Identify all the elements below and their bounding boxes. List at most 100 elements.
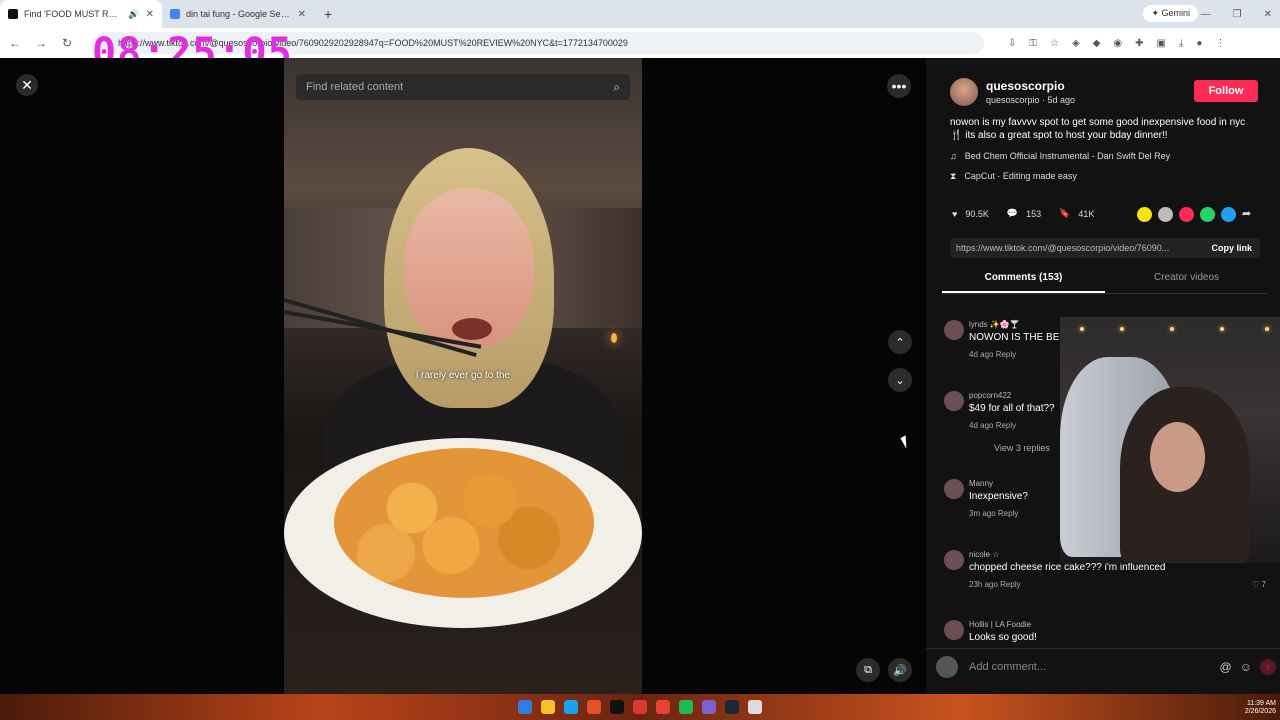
commenter-name[interactable]: Manny bbox=[969, 479, 993, 488]
likes-count: 90.5K bbox=[965, 208, 989, 219]
username[interactable]: quesoscorpio bbox=[986, 79, 1065, 93]
close-window-icon[interactable]: ✕ bbox=[1264, 9, 1272, 20]
menu-icon[interactable]: ⋮ bbox=[1215, 38, 1225, 49]
volume-icon[interactable]: 🔊 bbox=[888, 658, 912, 682]
chrome-icon[interactable] bbox=[656, 700, 670, 714]
extension-icon[interactable]: ◉ bbox=[1113, 38, 1122, 49]
share-buttons: ➦ bbox=[1137, 207, 1251, 222]
avatar[interactable] bbox=[950, 78, 978, 106]
video-link[interactable]: https://www.tiktok.com/@quesoscorpio/vid… bbox=[956, 243, 1203, 253]
puzzle-icon[interactable]: ✚ bbox=[1135, 38, 1143, 49]
sidepanel-icon[interactable]: ▣ bbox=[1157, 38, 1166, 49]
share-icon-send[interactable] bbox=[1179, 207, 1194, 222]
post-comment-icon[interactable]: ↑ bbox=[1260, 658, 1276, 675]
search-icon[interactable]: ⌕ bbox=[613, 80, 620, 95]
commenter-avatar[interactable] bbox=[944, 391, 964, 411]
commenter-name[interactable]: lynds ✨🌸🍸 bbox=[969, 320, 1020, 329]
sidebar-tabs: Comments (153) Creator videos bbox=[942, 272, 1268, 294]
comment-meta[interactable]: 4d ago Reply bbox=[969, 421, 1016, 430]
speaker-icon[interactable]: 🔊 bbox=[128, 9, 139, 20]
commenter-avatar[interactable] bbox=[944, 320, 964, 340]
streamer-face bbox=[1150, 422, 1205, 492]
file-explorer-icon[interactable] bbox=[541, 700, 555, 714]
spotify-icon[interactable] bbox=[679, 700, 693, 714]
commenter-name[interactable]: nicole ☆ bbox=[969, 550, 999, 559]
capcut-label: CapCut · Editing made easy bbox=[964, 171, 1077, 181]
tab-comments[interactable]: Comments (153) bbox=[942, 272, 1105, 293]
view-replies-link[interactable]: View 3 replies bbox=[994, 443, 1050, 453]
heart-icon[interactable]: ♥ bbox=[952, 209, 957, 219]
comment-meta[interactable]: 3m ago Reply bbox=[969, 509, 1018, 518]
comment-text: Inexpensive? bbox=[969, 491, 1028, 502]
edge-icon[interactable] bbox=[564, 700, 578, 714]
search-input[interactable]: Find related content ⌕ bbox=[296, 74, 630, 100]
key-icon[interactable]: ⚿ bbox=[1029, 38, 1037, 49]
star-icon[interactable]: ☆ bbox=[1050, 38, 1059, 49]
video-frame[interactable]: i rarely ever go to the bbox=[284, 58, 642, 694]
bookmark-icon[interactable]: 🔖 bbox=[1059, 208, 1070, 219]
maximize-icon[interactable]: ❐ bbox=[1233, 9, 1242, 20]
terminal-icon[interactable] bbox=[610, 700, 624, 714]
stats-row: ♥ 90.5K 💬 153 🔖 41K bbox=[952, 208, 1094, 219]
emoji-icon[interactable]: ☺ bbox=[1240, 660, 1252, 674]
commenter-avatar[interactable] bbox=[944, 479, 964, 499]
extension-icon[interactable]: ◆ bbox=[1093, 38, 1101, 49]
browser-tab-inactive[interactable]: din tai fung - Google Search ✕ bbox=[162, 0, 314, 28]
install-icon[interactable]: ⇩ bbox=[1008, 38, 1016, 49]
close-tab-icon[interactable]: ✕ bbox=[146, 9, 154, 20]
downloads-icon[interactable]: ⤓ bbox=[1179, 38, 1183, 49]
share-icon-embed[interactable] bbox=[1158, 207, 1173, 222]
calendar-icon[interactable] bbox=[748, 700, 762, 714]
music-note-icon: ♫ bbox=[950, 151, 957, 161]
music-title: Bed Chem Official Instrumental - Dan Swi… bbox=[964, 151, 1171, 161]
discord-icon[interactable] bbox=[702, 700, 716, 714]
comment-icon[interactable]: 💬 bbox=[1007, 208, 1018, 219]
gemini-button[interactable]: ✦ Gemini bbox=[1143, 5, 1198, 22]
follow-button[interactable]: Follow bbox=[1194, 80, 1258, 102]
comment-like-count[interactable]: ♡ 7 bbox=[1252, 580, 1266, 589]
music-line[interactable]: ♫ Bed Chem Official Instrumental - Dan S… bbox=[950, 151, 1170, 161]
tiktok-icon bbox=[8, 9, 18, 19]
reload-icon[interactable]: ↻ bbox=[56, 36, 78, 50]
chevron-down-icon[interactable]: ⌄ bbox=[888, 368, 912, 392]
fairy-light bbox=[1120, 327, 1124, 331]
taskbar: 11:39 AM 2/26/2026 bbox=[0, 694, 1280, 720]
brave-icon[interactable] bbox=[587, 700, 601, 714]
comment-text: Looks so good! bbox=[969, 632, 1037, 643]
close-icon[interactable]: ✕ bbox=[16, 74, 38, 96]
copy-link-button[interactable]: Copy link bbox=[1203, 243, 1260, 253]
share-icon-whatsapp[interactable] bbox=[1200, 207, 1215, 222]
capcut-line[interactable]: ⧗ CapCut · Editing made easy bbox=[950, 171, 1077, 182]
tab-title: din tai fung - Google Search bbox=[186, 9, 292, 19]
comment-meta[interactable]: 23h ago Reply bbox=[969, 580, 1021, 589]
commenter-name[interactable]: Hollis | LA Foodie bbox=[969, 620, 1031, 629]
taskbar-clock[interactable]: 11:39 AM 2/26/2026 bbox=[1245, 700, 1276, 716]
share-arrow-icon[interactable]: ➦ bbox=[1242, 207, 1251, 222]
extension-icons: ⇩ ⚿ ☆ ◈ ◆ ◉ ✚ ▣ ⤓ ● ⋮ bbox=[1008, 38, 1225, 49]
share-icon-snapchat[interactable] bbox=[1137, 207, 1152, 222]
clock-time: 11:39 AM bbox=[1246, 700, 1276, 707]
browser-tab-active[interactable]: Find 'FOOD MUST REVIEW 🔊 ✕ bbox=[0, 0, 162, 28]
extension-icon[interactable]: ◈ bbox=[1072, 38, 1080, 49]
chevron-up-icon[interactable]: ⌃ bbox=[888, 330, 912, 354]
commenter-avatar[interactable] bbox=[944, 550, 964, 570]
picture-in-picture-icon[interactable]: ⧉ bbox=[856, 658, 880, 682]
app-icon[interactable] bbox=[633, 700, 647, 714]
add-comment-input[interactable]: Add comment... bbox=[969, 661, 1220, 673]
share-icon-facebook[interactable] bbox=[1221, 207, 1236, 222]
profile-icon[interactable]: ● bbox=[1196, 38, 1202, 49]
mention-icon[interactable]: @ bbox=[1220, 660, 1232, 674]
start-icon[interactable] bbox=[518, 700, 532, 714]
new-tab-button[interactable]: + bbox=[314, 6, 342, 22]
back-icon[interactable]: ← bbox=[4, 36, 26, 50]
steam-icon[interactable] bbox=[725, 700, 739, 714]
more-options-icon[interactable]: ••• bbox=[887, 74, 911, 98]
close-tab-icon[interactable]: ✕ bbox=[298, 9, 306, 20]
forward-icon[interactable]: → bbox=[30, 36, 52, 50]
commenter-avatar[interactable] bbox=[944, 620, 964, 640]
comment-meta[interactable]: 4d ago Reply bbox=[969, 350, 1016, 359]
commenter-name[interactable]: popcorn422 bbox=[969, 391, 1011, 400]
fairy-light bbox=[1220, 327, 1224, 331]
minimize-icon[interactable]: — bbox=[1201, 9, 1211, 20]
tab-creator-videos[interactable]: Creator videos bbox=[1105, 272, 1268, 293]
